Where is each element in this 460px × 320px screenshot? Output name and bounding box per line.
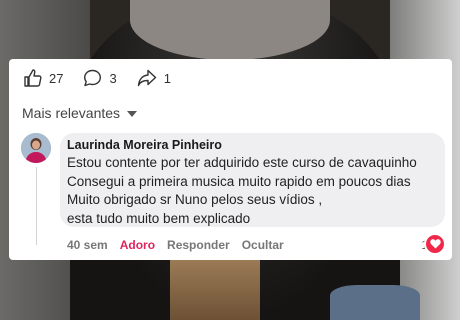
sort-dropdown[interactable]: Mais relevantes (22, 105, 138, 121)
comments-card: 27 3 1 Mais relevantes Laurinda Moreira … (9, 59, 452, 260)
comment-text: Estou contente por ter adquirido este cu… (67, 155, 417, 226)
comment-actions: 40 sem Adoro Responder Ocultar (67, 238, 296, 252)
comment-button[interactable]: 3 (83, 69, 117, 87)
share-count: 1 (163, 70, 171, 86)
chevron-down-icon (127, 111, 138, 117)
heart-reaction-badge[interactable] (426, 235, 444, 253)
thread-line (36, 167, 37, 245)
share-button[interactable]: 1 (137, 69, 171, 87)
thumbs-up-icon (24, 69, 42, 87)
comment-bubble: Laurinda Moreira Pinheiro Estou contente… (60, 133, 445, 227)
like-button[interactable]: 27 (23, 69, 63, 87)
heart-icon (429, 239, 441, 249)
hide-button[interactable]: Ocultar (242, 238, 284, 252)
comment-author[interactable]: Laurinda Moreira Pinheiro (67, 138, 222, 152)
sort-label: Mais relevantes (22, 105, 121, 121)
background-jeans (330, 285, 420, 320)
reaction-adoro-button[interactable]: Adoro (120, 238, 155, 252)
like-count: 27 (49, 70, 64, 86)
comment-time[interactable]: 40 sem (67, 238, 108, 252)
background-cavaquinho (170, 260, 260, 320)
comment-count: 3 (109, 70, 117, 86)
avatar-photo (21, 133, 51, 163)
reaction-bar: 27 3 1 (23, 68, 191, 88)
reply-button[interactable]: Responder (167, 238, 230, 252)
comment-bubble-icon (84, 69, 102, 87)
avatar[interactable] (21, 133, 51, 163)
share-arrow-icon (137, 69, 156, 87)
